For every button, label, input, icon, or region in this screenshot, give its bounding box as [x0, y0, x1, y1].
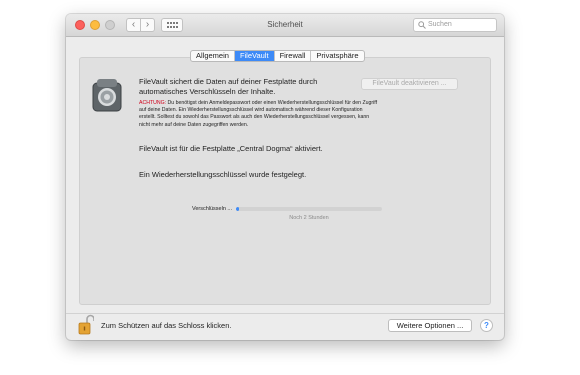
time-remaining: Noch 2 Stunden [289, 215, 329, 221]
search-icon [418, 21, 426, 29]
minimize-window-button[interactable] [90, 20, 100, 30]
tab-firewall[interactable]: Firewall [275, 51, 312, 61]
warning-line-3: erstellt. Solltest du sowohl das Passwor… [139, 114, 370, 121]
disable-filevault-button[interactable]: FileVault deaktivieren ... [361, 78, 458, 90]
recovery-key-status: Ein Wiederherstellungsschlüssel wurde fe… [139, 170, 307, 179]
intro-line-1: FileVault sichert die Daten auf deiner F… [139, 77, 318, 86]
progress-fill [236, 207, 239, 211]
more-options-button[interactable]: Weitere Optionen ... [388, 319, 472, 332]
lock-hint: Zum Schützen auf das Schloss klicken. [101, 321, 232, 330]
tab-privatsphaere[interactable]: Privatsphäre [311, 51, 363, 61]
intro-line-2: automatisches Verschlüsseln der Inhalte. [139, 87, 276, 96]
filevault-intro: FileVault sichert die Daten auf deiner F… [139, 77, 317, 97]
footer-divider [66, 313, 504, 314]
security-window: ‹ › Sicherheit Suchen Allgemein FileVaul… [66, 14, 504, 340]
title-bar: ‹ › Sicherheit Suchen [66, 14, 504, 37]
warning-line-1: Du benötigst dein Anmeldepasswort oder e… [166, 100, 378, 106]
filevault-icon [92, 79, 122, 112]
grid-icon[interactable] [161, 18, 183, 32]
warning-line-2: auf deine Daten. Ein Wiederherstellungss… [139, 107, 363, 114]
warning-label: ACHTUNG: [139, 100, 167, 106]
search-field[interactable]: Suchen [413, 18, 497, 32]
warning-line-4: nicht mehr auf deine Daten zugegriffen w… [139, 121, 249, 128]
tab-bar: Allgemein FileVault Firewall Privatsphär… [190, 50, 365, 62]
chevron-right-icon[interactable]: › [140, 18, 155, 32]
warning-text: ACHTUNG: Du benötigst dein Anmeldepasswo… [139, 100, 377, 129]
tab-allgemein[interactable]: Allgemein [191, 51, 235, 61]
encryption-progress-bar [236, 207, 382, 211]
tab-filevault[interactable]: FileVault [234, 51, 275, 61]
chevron-left-icon[interactable]: ‹ [126, 18, 141, 32]
filevault-status: FileVault ist für die Festplatte „Centra… [139, 144, 323, 153]
help-button[interactable]: ? [480, 319, 493, 332]
zoom-window-button[interactable] [105, 20, 115, 30]
padlock-icon[interactable] [78, 314, 94, 336]
search-placeholder: Suchen [428, 21, 452, 28]
encrypting-label: Verschlüsseln ... [191, 206, 232, 212]
close-window-button[interactable] [75, 20, 85, 30]
